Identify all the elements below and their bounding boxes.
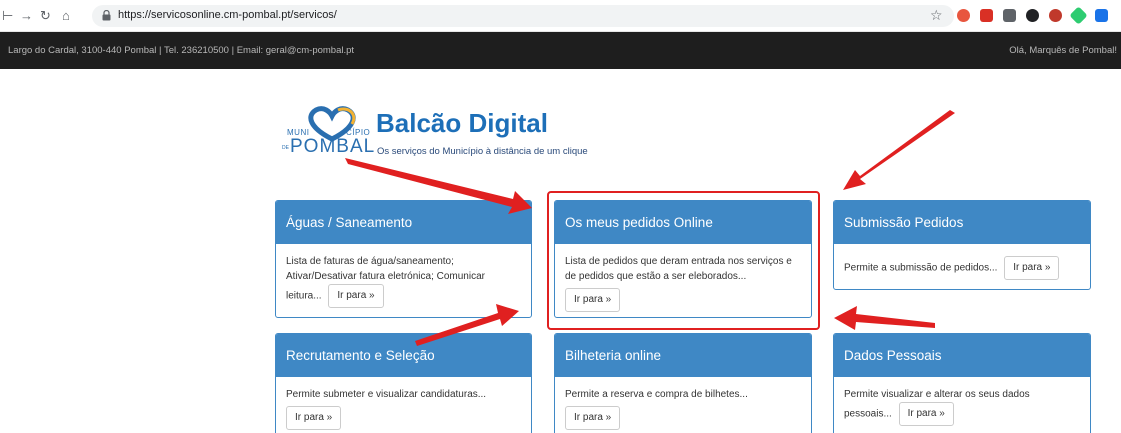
annotation-arrow <box>415 304 519 346</box>
annotation-arrow <box>843 110 955 190</box>
annotation-arrow <box>345 158 532 214</box>
annotation-arrow <box>834 306 935 330</box>
annotation-arrows <box>345 110 955 346</box>
